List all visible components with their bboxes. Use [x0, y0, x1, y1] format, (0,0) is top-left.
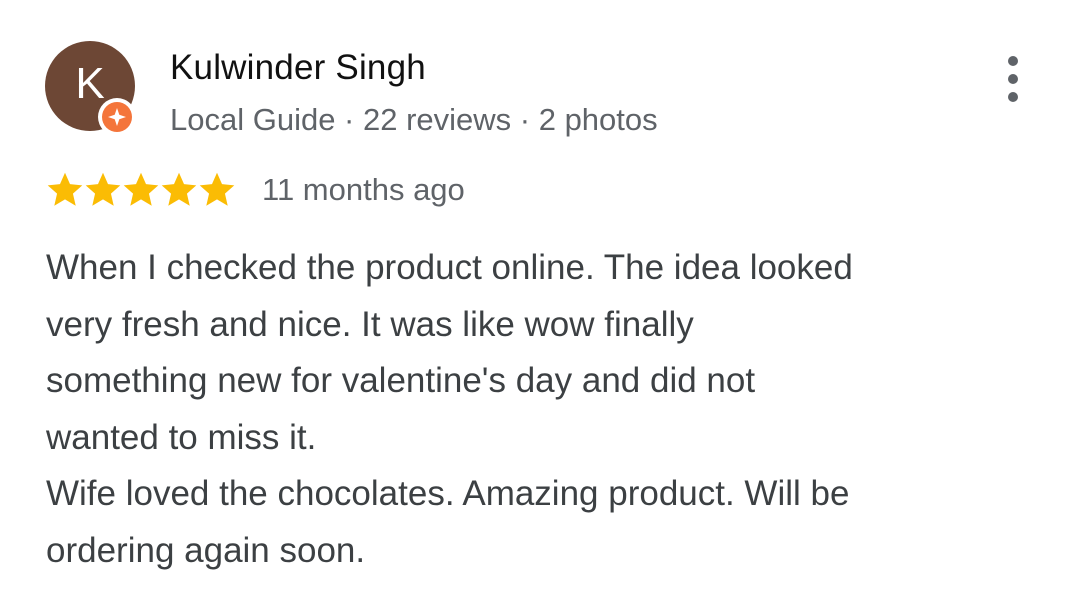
- review-text-line: ordering again soon.: [46, 530, 366, 570]
- rating-row: 11 months ago: [46, 168, 465, 212]
- star-icon: [85, 172, 121, 206]
- more-vert-icon-dot: [1008, 74, 1018, 84]
- review-text-line: Wife loved the chocolates. Amazing produ…: [46, 474, 850, 513]
- star-icon: [47, 172, 83, 206]
- local-guide-star-icon: [102, 102, 132, 132]
- star-icon: [161, 172, 197, 206]
- review-text-line: When I checked the product online. The i…: [46, 248, 853, 287]
- star-rating: [46, 171, 236, 209]
- star-icon: [199, 172, 235, 206]
- review-text-line: very fresh and nice. It was like wow fin…: [46, 304, 694, 344]
- avatar-initial: K: [75, 59, 105, 108]
- more-vert-icon-dot: [1008, 56, 1018, 66]
- reviewer-meta: Local Guide · 22 reviews · 2 photos: [170, 102, 658, 137]
- more-options-button[interactable]: [996, 56, 1030, 102]
- review-text-line: wanted to miss it.: [46, 417, 317, 457]
- review-text-line: something new for valentine's day and di…: [46, 361, 756, 400]
- local-guide-badge: [98, 98, 136, 136]
- review-text: When I checked the product online. The i…: [46, 240, 1006, 579]
- star-icon: [123, 172, 159, 206]
- review-date: 11 months ago: [262, 172, 465, 207]
- reviewer-name[interactable]: Kulwinder Singh: [170, 48, 426, 88]
- more-vert-icon-dot: [1008, 92, 1018, 102]
- review-card: K Kulwinder Singh Local Guide · 22 revie…: [0, 0, 1080, 596]
